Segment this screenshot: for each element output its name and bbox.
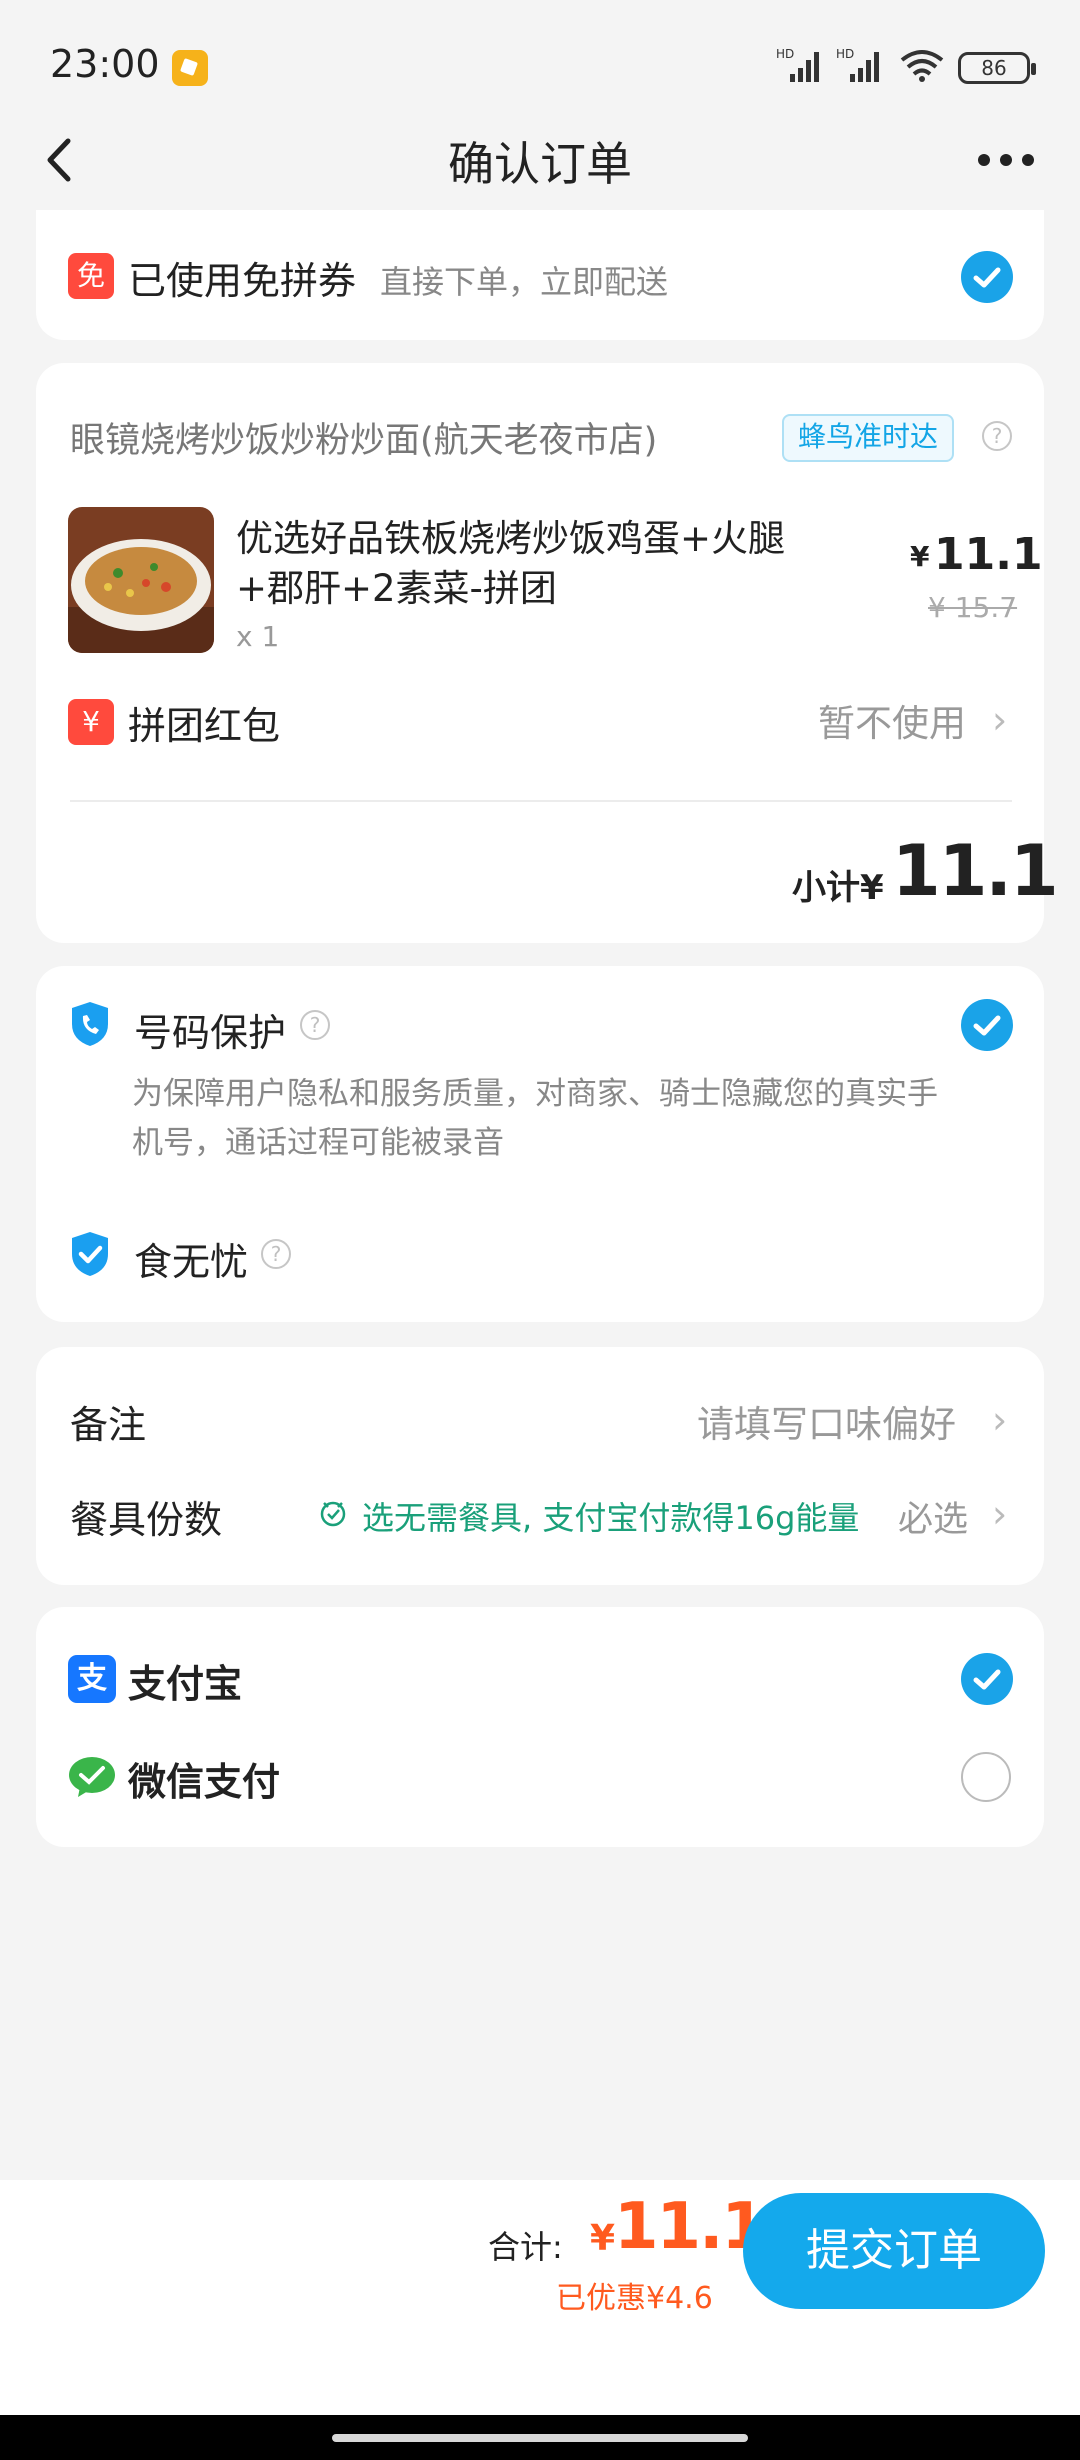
number-protection-title: 号码保护 <box>134 1011 287 1055</box>
page-title: 确认订单 <box>448 137 632 191</box>
shield-check-icon <box>68 1230 112 1278</box>
coupon-checkbox[interactable] <box>961 251 1013 303</box>
chevron-right-icon: › <box>992 1398 1008 1442</box>
red-packet-value[interactable]: 暂不使用 <box>818 693 966 747</box>
coupon-desc: 直接下单，立即配送 <box>380 263 669 301</box>
check-icon <box>973 267 1001 288</box>
notification-icon <box>172 50 208 86</box>
status-time: 23:00 <box>50 42 160 86</box>
price-currency: ¥ <box>910 540 930 573</box>
utensils-label: 餐具份数 <box>70 1498 223 1542</box>
product-image <box>68 507 214 653</box>
help-icon-number-protection[interactable]: ? <box>300 1010 330 1040</box>
utensils-required[interactable]: 必选 <box>898 1491 968 1542</box>
product-original-price: ¥ 15.7 <box>928 591 1018 624</box>
more-menu-button[interactable] <box>976 150 1036 170</box>
signal-icon: HD <box>776 46 826 84</box>
number-protection-desc-line1: 为保障用户隐私和服务质量，对商家、骑士隐藏您的真实手 <box>132 1076 938 1112</box>
product-name-line1: 优选好品铁板烧烤炒饭鸡蛋+火腿 <box>236 517 786 560</box>
shield-phone-icon <box>68 1000 112 1048</box>
divider <box>70 800 1012 802</box>
leaf-icon <box>318 1498 348 1528</box>
discount-text: 已优惠¥4.6 <box>556 2281 713 2316</box>
utensils-promo[interactable]: 选无需餐具, 支付宝付款得16g能量 <box>362 1493 859 1539</box>
help-icon-food-safety[interactable]: ? <box>261 1239 291 1269</box>
notes-card <box>36 1347 1044 1585</box>
svg-text:HD: HD <box>776 47 794 61</box>
number-protection-desc-line2: 机号，通话过程可能被录音 <box>132 1125 504 1161</box>
subtotal-value: 11.1 <box>892 830 1059 912</box>
chevron-right-icon: › <box>992 1492 1008 1536</box>
chevron-right-icon: › <box>992 698 1008 742</box>
product-name-line2: +郡肝+2素菜-拼团 <box>236 567 557 610</box>
svg-text:HD: HD <box>836 47 854 61</box>
remark-input[interactable]: 请填写口味偏好 <box>697 1394 956 1448</box>
food-safety-title: 食无忧 <box>134 1240 249 1284</box>
remark-label: 备注 <box>70 1403 147 1447</box>
total-currency: ¥ <box>590 2218 616 2259</box>
check-icon <box>973 1669 1001 1690</box>
coupon-title: 已使用免拼券 <box>128 259 357 303</box>
wechat-pay-icon <box>68 1755 116 1799</box>
product-qty: x 1 <box>236 620 280 653</box>
red-packet-label: 拼团红包 <box>128 704 281 748</box>
store-name[interactable]: 眼镜烧烤炒饭炒粉炒面(航天老夜市店) <box>70 412 657 463</box>
coupon-badge-icon: 免 <box>68 253 114 299</box>
alipay-label[interactable]: 支付宝 <box>128 1653 242 1708</box>
battery-indicator: 86 <box>958 52 1036 84</box>
help-icon[interactable]: ? <box>982 421 1012 451</box>
total-label: 合计: <box>488 2228 563 2266</box>
number-protection-checkbox[interactable] <box>961 999 1013 1051</box>
submit-order-button[interactable]: 提交订单 <box>743 2193 1045 2309</box>
wechat-pay-label[interactable]: 微信支付 <box>128 1751 280 1806</box>
signal-icon-2: HD <box>836 46 886 84</box>
subtotal-label: 小计¥ <box>792 868 884 908</box>
red-packet-icon: ¥ <box>68 699 114 745</box>
more-dots-icon <box>978 154 1034 166</box>
wechat-pay-radio[interactable] <box>961 1752 1011 1802</box>
delivery-tag: 蜂鸟准时达 <box>782 414 955 462</box>
check-icon <box>973 1015 1001 1036</box>
payment-card <box>36 1607 1044 1847</box>
home-indicator[interactable] <box>332 2434 748 2442</box>
alipay-icon: 支 <box>68 1655 116 1703</box>
product-price: 11.1 <box>934 529 1043 580</box>
wifi-icon <box>898 46 946 84</box>
alipay-radio[interactable] <box>961 1653 1013 1705</box>
total-value: 11.1 <box>614 2190 766 2264</box>
